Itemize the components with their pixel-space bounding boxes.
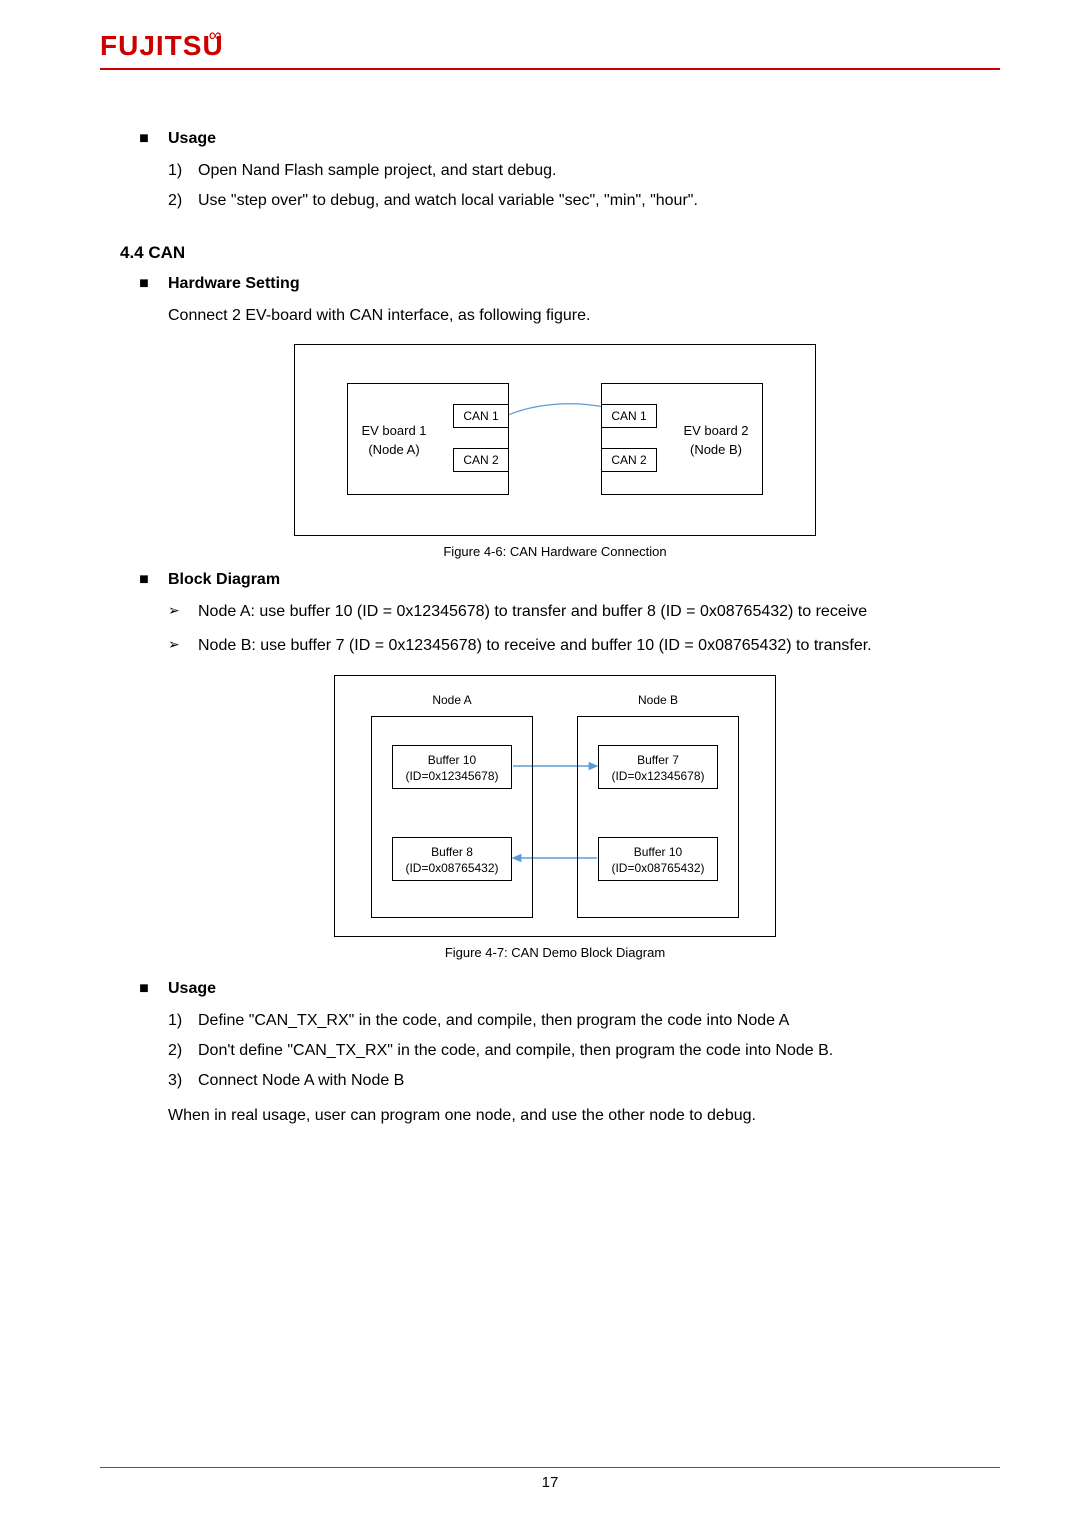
hardware-heading: ■ Hardware Setting [120,275,990,293]
list-item: ➢ Node B: use buffer 7 (ID = 0x12345678)… [168,633,990,659]
fujitsu-logo: FUJITSU∞ [100,30,237,62]
item-text: Node B: use buffer 7 (ID = 0x12345678) t… [198,633,990,659]
item-number: 2) [168,188,198,214]
figure-4-7: Node A Buffer 10 (ID=0x12345678) Buffer … [334,675,776,937]
arrow-bullet-icon: ➢ [168,633,198,659]
node-a-label: EV board 1 (Node A) [354,422,434,458]
block-diagram-heading-text: Block Diagram [168,571,280,588]
page-number: 17 [542,1474,559,1491]
block-diagram-list: ➢ Node A: use buffer 10 (ID = 0x12345678… [168,599,990,658]
node-b-line2: (Node B) [690,442,742,457]
list-item: ➢ Node A: use buffer 10 (ID = 0x12345678… [168,599,990,625]
buf-l1: Buffer 10 [634,845,682,859]
buf-l2: (ID=0x12345678) [611,769,704,783]
node-a-block: Node A Buffer 10 (ID=0x12345678) Buffer … [371,716,533,918]
buf-l2: (ID=0x08765432) [611,861,704,875]
content: ■ Usage 1) Open Nand Flash sample project… [100,130,1000,1128]
usage1-list: 1) Open Nand Flash sample project, and s… [168,158,990,215]
item-text: Use "step over" to debug, and watch loca… [198,188,990,214]
figure-4-6-caption: Figure 4-6: CAN Hardware Connection [120,544,990,559]
item-number: 1) [168,158,198,184]
list-item: 2) Don't define "CAN_TX_RX" in the code,… [168,1038,990,1064]
square-bullet-icon: ■ [138,130,150,148]
hardware-text: Connect 2 EV-board with CAN interface, a… [168,303,990,329]
list-item: 1) Define "CAN_TX_RX" in the code, and c… [168,1008,990,1034]
item-text: Connect Node A with Node B [198,1068,990,1094]
usage2-heading-text: Usage [168,980,216,997]
figure-4-7-caption: Figure 4-7: CAN Demo Block Diagram [120,945,990,960]
node-b-box: EV board 2 (Node B) CAN 1 CAN 2 [601,383,763,495]
node-b-title: Node B [578,693,738,707]
item-text: Node A: use buffer 10 (ID = 0x12345678) … [198,599,990,625]
square-bullet-icon: ■ [138,275,150,293]
usage2-list: 1) Define "CAN_TX_RX" in the code, and c… [168,1008,990,1095]
hardware-heading-text: Hardware Setting [168,275,300,292]
node-b-label: EV board 2 (Node B) [676,422,756,458]
square-bullet-icon: ■ [138,571,150,589]
page: FUJITSU∞ ■ Usage 1) Open Nand Flash sampl… [0,0,1080,1527]
node-b-block: Node B Buffer 7 (ID=0x12345678) Buffer 1… [577,716,739,918]
buf-l2: (ID=0x08765432) [405,861,498,875]
arrow-bullet-icon: ➢ [168,599,198,625]
buf-l2: (ID=0x12345678) [405,769,498,783]
node-a-line1: EV board 1 [361,423,426,438]
item-number: 2) [168,1038,198,1064]
item-text: Define "CAN_TX_RX" in the code, and comp… [198,1008,990,1034]
buf-l1: Buffer 7 [637,753,679,767]
usage1-heading: ■ Usage [120,130,990,148]
node-a-buffer-8: Buffer 8 (ID=0x08765432) [392,837,512,881]
node-b-line1: EV board 2 [683,423,748,438]
header: FUJITSU∞ [100,30,1000,70]
infinity-icon: ∞ [209,25,222,45]
list-item: 3) Connect Node A with Node B [168,1068,990,1094]
usage2-heading: ■ Usage [120,980,990,998]
item-number: 1) [168,1008,198,1034]
node-a-buffer-10: Buffer 10 (ID=0x12345678) [392,745,512,789]
node-a-can1: CAN 1 [453,404,509,428]
item-text: Open Nand Flash sample project, and star… [198,158,990,184]
buf-l1: Buffer 8 [431,845,473,859]
node-b-buffer-10: Buffer 10 (ID=0x08765432) [598,837,718,881]
figure-4-6: EV board 1 (Node A) CAN 1 CAN 2 EV board… [294,344,816,536]
node-a-can2: CAN 2 [453,448,509,472]
node-b-can1: CAN 1 [601,404,657,428]
node-a-line2: (Node A) [368,442,419,457]
buf-l1: Buffer 10 [428,753,476,767]
node-a-box: EV board 1 (Node A) CAN 1 CAN 2 [347,383,509,495]
node-b-can2: CAN 2 [601,448,657,472]
item-text: Don't define "CAN_TX_RX" in the code, an… [198,1038,990,1064]
usage2-note: When in real usage, user can program one… [168,1103,990,1129]
usage1-heading-text: Usage [168,130,216,147]
list-item: 2) Use "step over" to debug, and watch l… [168,188,990,214]
section-title: 4.4 CAN [120,243,990,263]
block-diagram-heading: ■ Block Diagram [120,571,990,589]
list-item: 1) Open Nand Flash sample project, and s… [168,158,990,184]
page-footer: 17 [100,1467,1000,1491]
item-number: 3) [168,1068,198,1094]
logo-text: FUJITSU [100,30,224,61]
node-a-title: Node A [372,693,532,707]
node-b-buffer-7: Buffer 7 (ID=0x12345678) [598,745,718,789]
square-bullet-icon: ■ [138,980,150,998]
